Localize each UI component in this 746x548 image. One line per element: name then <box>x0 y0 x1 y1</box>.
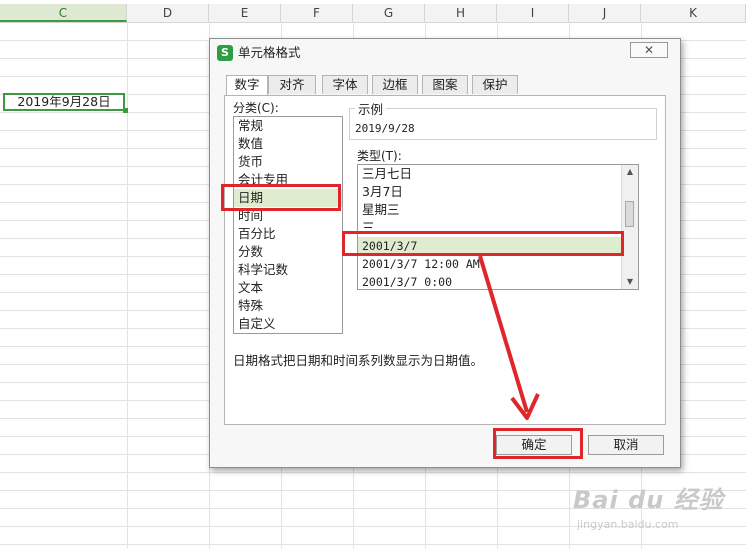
type-list[interactable]: 三月七日 3月7日 星期三 三 2001/3/7 2001/3/7 12:00 … <box>357 164 639 290</box>
type-item[interactable]: 2001/3/7 12:00 AM <box>358 255 638 273</box>
category-item[interactable]: 科学记数 <box>234 261 342 279</box>
format-description: 日期格式把日期和时间系列数显示为日期值。 <box>233 353 484 368</box>
type-item[interactable]: 三月七日 <box>358 165 638 183</box>
category-item[interactable]: 货币 <box>234 153 342 171</box>
tab-pattern[interactable]: 图案 <box>422 75 468 94</box>
sample-value: 2019/9/28 <box>355 122 415 135</box>
column-header-i[interactable]: I <box>497 4 569 22</box>
type-label: 类型(T): <box>357 149 402 163</box>
tab-protection[interactable]: 保护 <box>472 75 518 94</box>
type-item[interactable]: 星期三 <box>358 201 638 219</box>
wps-app-icon: S <box>217 45 233 61</box>
selected-cell[interactable]: 2019年9月28日 <box>3 93 125 111</box>
type-item[interactable]: 3月7日 <box>358 183 638 201</box>
tab-alignment[interactable]: 对齐 <box>268 75 316 94</box>
category-item[interactable]: 自定义 <box>234 315 342 333</box>
fill-handle[interactable] <box>123 108 128 113</box>
column-header-row: C D E F G H I J K <box>0 4 746 23</box>
category-item[interactable]: 特殊 <box>234 297 342 315</box>
cancel-button[interactable]: 取消 <box>588 435 664 455</box>
dialog-title: 单元格格式 <box>238 45 301 60</box>
category-item[interactable]: 分数 <box>234 243 342 261</box>
scroll-down-icon[interactable]: ▼ <box>622 275 638 289</box>
column-header-c[interactable]: C <box>0 4 127 22</box>
close-button[interactable]: ✕ <box>630 42 668 58</box>
type-item[interactable]: 2001/3/7 0:00 <box>358 273 638 289</box>
tab-number[interactable]: 数字 <box>226 75 268 96</box>
tab-border[interactable]: 边框 <box>372 75 418 94</box>
watermark-logo-text: Bai du 经验 <box>573 486 724 514</box>
column-header-k[interactable]: K <box>641 4 746 22</box>
baidu-watermark: Bai du 经验 jingyan.baidu.com <box>573 478 743 538</box>
grid-row-line <box>0 544 746 545</box>
column-header-j[interactable]: J <box>569 4 641 22</box>
scroll-up-icon[interactable]: ▲ <box>622 165 638 179</box>
highlight-selected-type <box>342 231 624 256</box>
category-label: 分类(C): <box>233 101 279 115</box>
number-tab-panel: 分类(C): 常规 数值 货币 会计专用 日期 时间 百分比 分数 科学记数 文… <box>224 95 666 425</box>
grid-row-line <box>0 472 746 473</box>
sample-label: 示例 <box>355 99 387 118</box>
type-list-scrollbar[interactable]: ▲ ▼ <box>621 165 638 289</box>
category-item[interactable]: 数值 <box>234 135 342 153</box>
tab-font[interactable]: 字体 <box>322 75 368 94</box>
column-header-e[interactable]: E <box>209 4 281 22</box>
column-header-h[interactable]: H <box>425 4 497 22</box>
category-item[interactable]: 常规 <box>234 117 342 135</box>
grid-column-line <box>127 22 128 548</box>
highlight-date-category <box>221 184 341 211</box>
watermark-url: jingyan.baidu.com <box>577 518 679 531</box>
category-item[interactable]: 百分比 <box>234 225 342 243</box>
column-header-f[interactable]: F <box>281 4 353 22</box>
category-list[interactable]: 常规 数值 货币 会计专用 日期 时间 百分比 分数 科学记数 文本 特殊 自定… <box>233 116 343 334</box>
column-header-d[interactable]: D <box>127 4 209 22</box>
scroll-thumb[interactable] <box>625 201 634 227</box>
column-header-g[interactable]: G <box>353 4 425 22</box>
category-item[interactable]: 文本 <box>234 279 342 297</box>
highlight-ok-button <box>493 428 583 459</box>
